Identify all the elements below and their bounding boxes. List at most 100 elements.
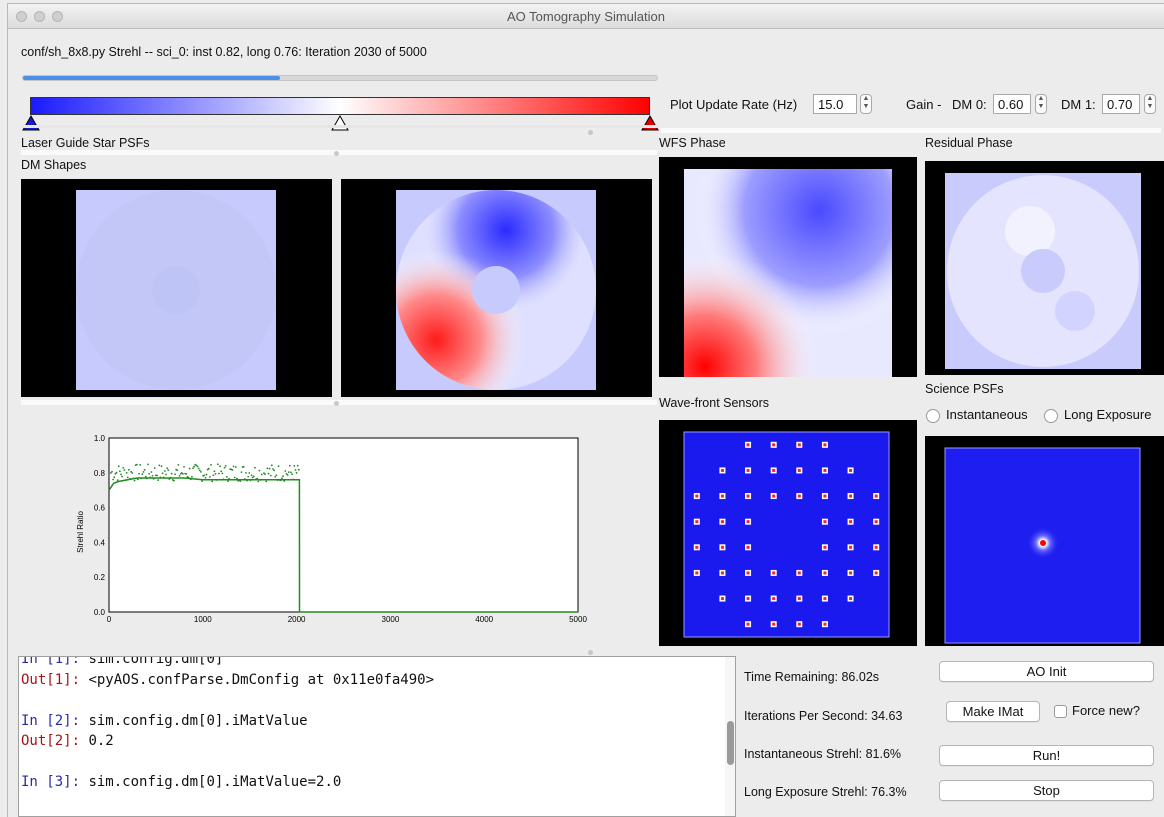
console-line: In [3]: sim.config.dm[0].iMatValue=2.0 xyxy=(21,774,342,790)
strehl-instantaneous-point xyxy=(267,472,270,475)
wavefront-sensors-header: Wave-front Sensors xyxy=(659,396,769,410)
wfs-spot-core xyxy=(720,468,724,472)
strehl-instantaneous-point xyxy=(160,465,163,468)
time-remaining: Time Remaining: 86.02s xyxy=(744,670,880,684)
strehl-chart: 0 1000 2000 3000 4000 5000 0.0 0.2 0.4 0.6 0.8 1.0 … xyxy=(21,422,661,644)
long-exposure-radio[interactable] xyxy=(1044,409,1058,423)
residual-phase-image xyxy=(945,173,1141,369)
colormap-handles xyxy=(22,114,659,131)
ipython-console[interactable]: In [1]: sim.config.dm[0] Out[1]: <pyAOS.c… xyxy=(18,656,736,817)
strehl-instantaneous-point xyxy=(239,480,242,483)
chart-y-tick-label: 1.0 xyxy=(94,434,106,443)
plot-rate-input[interactable]: 15.0 xyxy=(813,94,857,114)
wfs-spot-core xyxy=(746,571,750,575)
strehl-instantaneous-point xyxy=(133,479,136,482)
strehl-instantaneous-point xyxy=(138,472,140,475)
strehl-instantaneous-point xyxy=(139,463,142,466)
splitter-handle[interactable] xyxy=(334,151,339,156)
strehl-instantaneous-point xyxy=(149,476,152,479)
dm0-shape-panel xyxy=(21,179,332,397)
strehl-instantaneous-point xyxy=(148,472,151,475)
splitter[interactable] xyxy=(661,128,1161,133)
strehl-instantaneous-point xyxy=(222,478,225,481)
strehl-instantaneous-point xyxy=(116,479,119,482)
console-scrollbar[interactable] xyxy=(725,657,735,816)
strehl-instantaneous-point xyxy=(214,472,217,475)
strehl-instantaneous-point xyxy=(164,470,166,472)
strehl-instantaneous-point xyxy=(249,479,252,482)
dm0-gain-input[interactable]: 0.60 xyxy=(993,94,1031,114)
dm0-gain-stepper[interactable]: ▲ ▼ xyxy=(1035,94,1047,114)
wfs-spot-core xyxy=(695,545,699,549)
strehl-instantaneous-point xyxy=(205,473,208,476)
wfs-spot-core xyxy=(746,545,750,549)
dm1-gain-input[interactable]: 0.70 xyxy=(1102,94,1140,114)
strehl-instantaneous-point xyxy=(125,471,128,474)
strehl-instantaneous-point xyxy=(187,476,190,479)
splitter[interactable] xyxy=(22,125,658,128)
strehl-instantaneous-point xyxy=(259,479,262,481)
strehl-instantaneous-point xyxy=(228,477,230,480)
strehl-instantaneous-point xyxy=(168,478,171,481)
strehl-instantaneous-point xyxy=(248,472,251,474)
strehl-instantaneous-point xyxy=(264,473,266,476)
dm1-gain-stepper[interactable]: ▲ ▼ xyxy=(1144,94,1156,114)
splitter[interactable] xyxy=(21,400,657,405)
stop-button[interactable]: Stop xyxy=(939,780,1154,801)
strehl-instantaneous-point xyxy=(123,469,126,471)
strehl-instantaneous-point xyxy=(213,470,216,473)
make-imat-button[interactable]: Make IMat xyxy=(946,701,1040,722)
strehl-instantaneous-point xyxy=(232,465,235,468)
wfs-spot-core xyxy=(746,520,750,524)
console-scrollbar-thumb[interactable] xyxy=(727,721,734,765)
strehl-instantaneous-point xyxy=(131,472,134,474)
wfs-spot-core xyxy=(849,520,853,524)
chart-y-tick-label: 0.8 xyxy=(94,469,106,478)
splitter-handle[interactable] xyxy=(588,130,593,135)
wfs-spot-core xyxy=(823,494,827,498)
splitter[interactable] xyxy=(21,150,657,155)
wfs-spot-core xyxy=(797,622,801,626)
wfs-spot-core xyxy=(849,597,853,601)
strehl-instantaneous-point xyxy=(281,477,283,480)
progress-fill xyxy=(23,76,281,80)
strehl-instantaneous-point xyxy=(126,476,129,479)
strehl-instantaneous-point xyxy=(151,474,154,477)
wfs-spot-core xyxy=(695,494,699,498)
strehl-instantaneous-point xyxy=(221,472,224,475)
strehl-instantaneous-point xyxy=(188,467,191,470)
strehl-instantaneous-point xyxy=(212,474,215,477)
splitter-handle[interactable] xyxy=(588,650,593,655)
long-exposure-strehl: Long Exposure Strehl: 76.3% xyxy=(744,785,907,799)
strehl-instantaneous-point xyxy=(210,463,212,466)
wfs-spot-core xyxy=(874,494,878,498)
force-new-checkbox[interactable] xyxy=(1054,705,1067,718)
plot-rate-label: Plot Update Rate (Hz) xyxy=(670,97,798,112)
chart-y-tick-label: 0.6 xyxy=(94,504,106,513)
science-psf-image xyxy=(944,447,1141,644)
long-exposure-label: Long Exposure xyxy=(1064,407,1152,422)
strehl-instantaneous-point xyxy=(207,467,210,470)
splitter-handle[interactable] xyxy=(334,401,339,406)
chart-y-tick-label: 0.4 xyxy=(94,538,106,547)
strehl-instantaneous-point xyxy=(218,472,220,475)
strehl-instantaneous-point xyxy=(216,463,219,466)
ao-init-button[interactable]: AO Init xyxy=(939,661,1154,682)
strehl-instantaneous-point xyxy=(224,465,227,467)
strehl-instantaneous-point xyxy=(177,463,180,466)
strehl-instantaneous-point xyxy=(242,465,245,468)
strehl-instantaneous-point xyxy=(201,480,203,482)
wfs-spot-core xyxy=(849,494,853,498)
plot-rate-stepper[interactable]: ▲ ▼ xyxy=(860,94,872,114)
strehl-instantaneous-point xyxy=(197,467,200,470)
wfs-spot-core xyxy=(695,520,699,524)
strehl-instantaneous-point xyxy=(198,469,201,472)
strehl-instantaneous-point xyxy=(227,480,229,482)
strehl-instantaneous-point xyxy=(178,474,181,477)
wfs-spot-core xyxy=(720,545,724,549)
instantaneous-radio[interactable] xyxy=(926,409,940,423)
strehl-instantaneous-point xyxy=(250,474,253,477)
console-line: Out[2]: 0.2 xyxy=(21,733,114,749)
run-button[interactable]: Run! xyxy=(939,745,1154,766)
strehl-instantaneous-point xyxy=(196,465,199,468)
